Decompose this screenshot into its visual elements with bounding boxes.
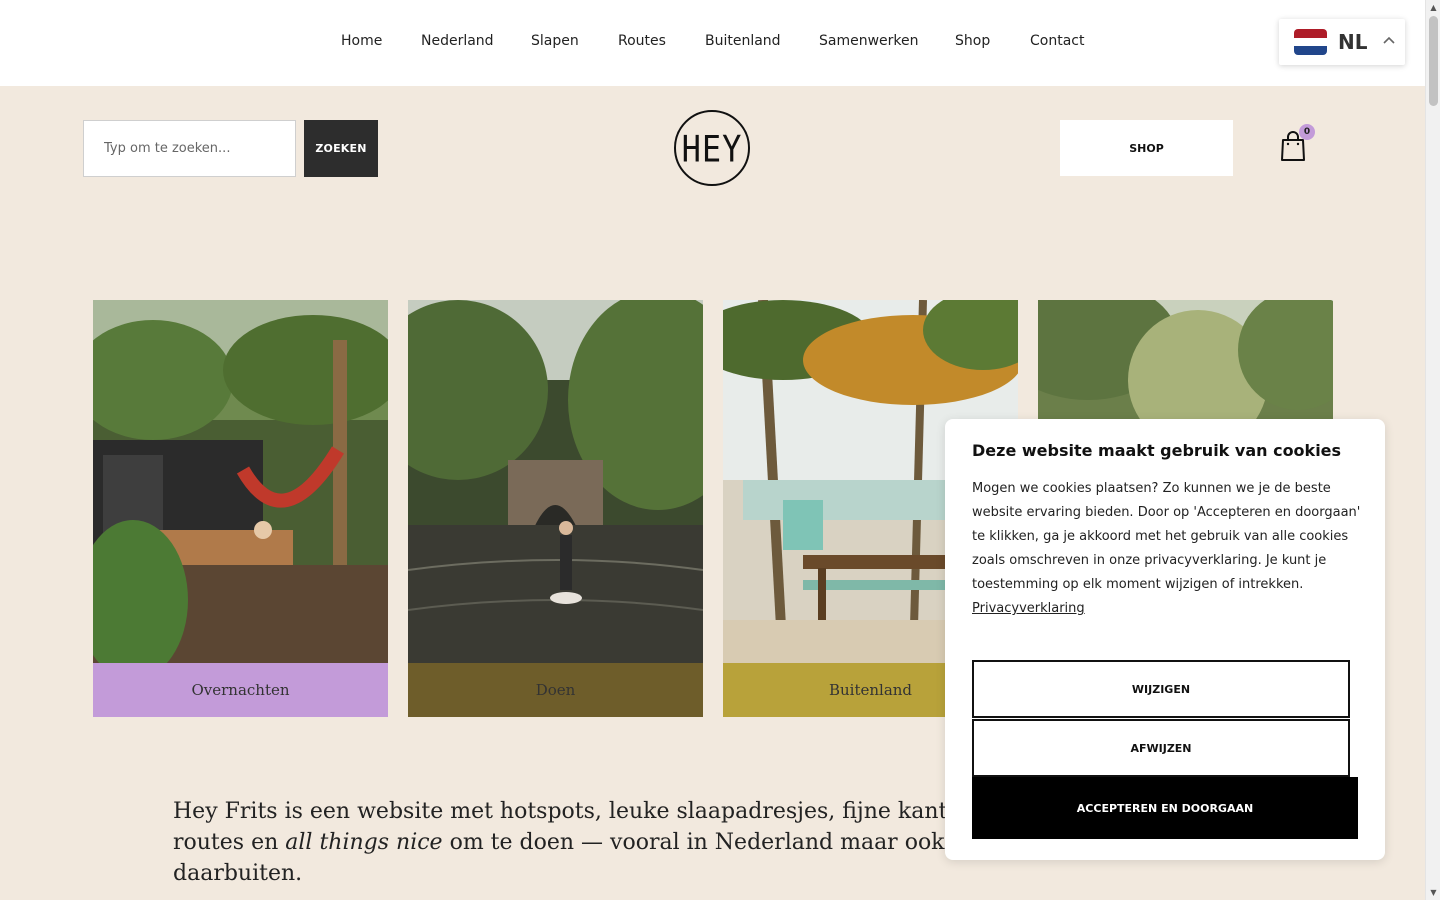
nav-item-home[interactable]: Home <box>341 33 382 49</box>
search-input[interactable] <box>83 120 296 177</box>
chevron-up-icon <box>1383 36 1395 44</box>
category-card-doen[interactable]: Doen <box>408 300 703 717</box>
nav-item-samenwerken[interactable]: Samenwerken <box>819 33 919 49</box>
cart-count-badge: 0 <box>1299 124 1315 140</box>
intro-emphasis: all things nice <box>285 830 443 855</box>
change-cookies-button[interactable]: WIJZIGEN <box>972 660 1350 718</box>
intro-text: om te doen — vooral in Nederland maar oo… <box>442 830 993 855</box>
accept-cookies-button[interactable]: ACCEPTEREN EN DOORGAAN <box>972 777 1358 839</box>
nav-item-routes[interactable]: Routes <box>618 33 666 49</box>
nav-item-nederland[interactable]: Nederland <box>421 33 494 49</box>
intro-text: routes en <box>173 830 286 855</box>
page-scrollbar[interactable]: ▲ ▼ <box>1425 0 1440 900</box>
language-code: NL <box>1338 30 1368 54</box>
nav-item-shop[interactable]: Shop <box>955 33 990 49</box>
nav-item-contact[interactable]: Contact <box>1030 33 1084 49</box>
language-switcher[interactable]: NL <box>1279 19 1405 65</box>
hey-frits-logo[interactable]: HEY <box>674 110 750 186</box>
privacy-link[interactable]: Privacyverklaring <box>972 601 1085 616</box>
card-label: Overnachten <box>93 663 388 717</box>
intro-text: Hey Frits is een website met hotspots, l… <box>173 799 1003 824</box>
cookie-consent-dialog: Deze website maakt gebruik van cookies M… <box>945 419 1385 860</box>
scrollbar-thumb[interactable] <box>1429 16 1438 106</box>
intro-text: daarbuiten. <box>173 861 303 886</box>
cookie-title: Deze website maakt gebruik van cookies <box>972 441 1342 460</box>
shop-button[interactable]: SHOP <box>1060 120 1233 176</box>
card-label: Doen <box>408 663 703 717</box>
card-photo-sup-canal <box>408 300 703 663</box>
category-card-overnachten[interactable]: Overnachten <box>93 300 388 717</box>
top-navigation-bar: Home Nederland Slapen Routes Buitenland … <box>0 0 1425 86</box>
nav-item-slapen[interactable]: Slapen <box>531 33 579 49</box>
logo-text: HEY <box>681 127 743 171</box>
search-button[interactable]: ZOEKEN <box>304 120 378 177</box>
nav-item-buitenland[interactable]: Buitenland <box>705 33 781 49</box>
main-nav: Home Nederland Slapen Routes Buitenland … <box>0 33 1425 53</box>
scroll-up-arrow-icon[interactable]: ▲ <box>1429 3 1438 12</box>
scroll-down-arrow-icon[interactable]: ▼ <box>1429 888 1438 897</box>
cookie-body-text: Mogen we cookies plaatsen? Zo kunnen we … <box>972 481 1361 592</box>
card-photo-hammock <box>93 300 388 663</box>
decline-cookies-button[interactable]: AFWIJZEN <box>972 719 1350 777</box>
netherlands-flag-icon <box>1294 29 1327 55</box>
cookie-body: Mogen we cookies plaatsen? Zo kunnen we … <box>972 477 1362 621</box>
